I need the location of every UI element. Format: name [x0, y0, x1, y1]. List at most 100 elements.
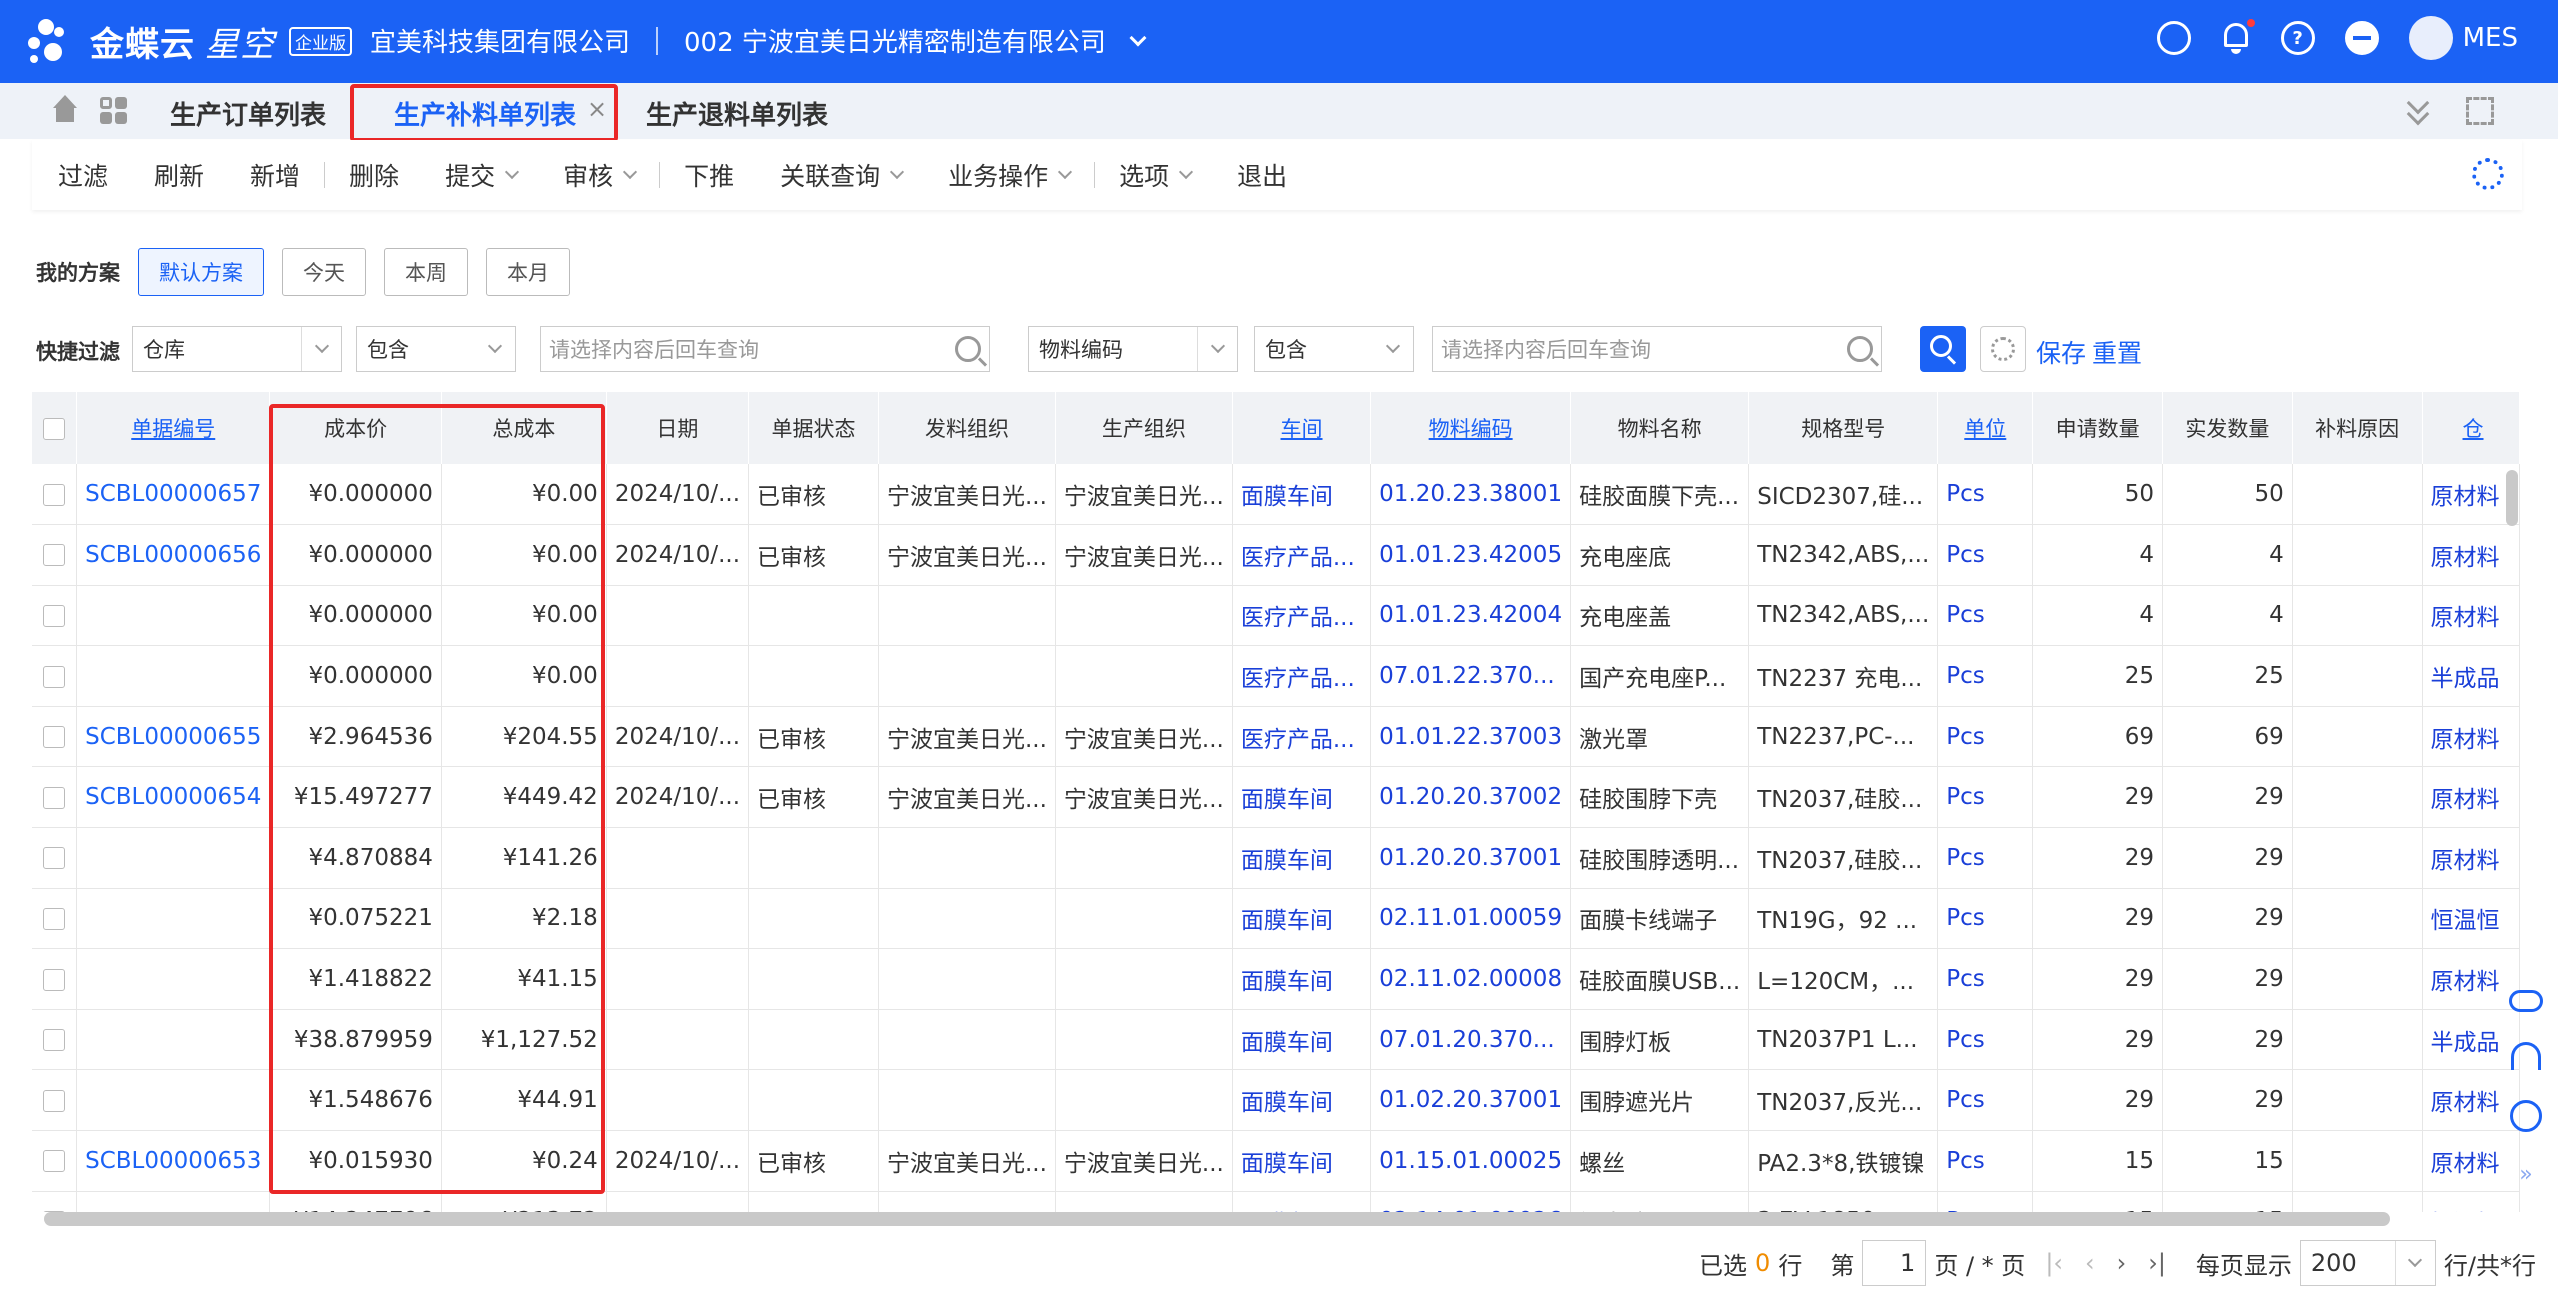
search-icon[interactable] — [955, 336, 981, 362]
table-row[interactable]: ¥1.548676 ¥44.91 面膜车间 01.02.20.37001 围脖遮光片 TN… — [32, 1069, 2520, 1132]
row-checkbox[interactable] — [32, 524, 78, 586]
reset-link[interactable]: 重置 — [2092, 334, 2142, 370]
filter-field2-select[interactable]: 物料编码 — [1028, 326, 1238, 372]
cell-unit[interactable]: Pcs — [1937, 1069, 2034, 1132]
last-page-icon[interactable]: ›| — [2148, 1249, 2166, 1277]
cell-bill-no[interactable]: SCBL00000655 — [76, 706, 271, 768]
cell-warehouse[interactable]: 原材料 — [2422, 766, 2520, 829]
row-checkbox[interactable] — [32, 827, 78, 889]
cell-workshop[interactable]: 面膜车间 — [1232, 766, 1372, 829]
table-row[interactable]: ¥0.000000 ¥0.00 医疗产品... 01.01.23.42004 充电座盖 T… — [32, 585, 2520, 647]
cell-workshop[interactable]: 面膜车间 — [1232, 1069, 1372, 1132]
filter-button[interactable]: 过滤 — [58, 157, 108, 193]
cell-warehouse[interactable]: 原材料 — [2422, 585, 2520, 647]
row-checkbox[interactable] — [32, 585, 78, 647]
collapse-icon[interactable] — [2344, 21, 2379, 55]
audit-button[interactable]: 审核 — [563, 157, 638, 193]
cell-unit[interactable]: Pcs — [1937, 827, 2034, 889]
col-cost-price[interactable]: 成本价 — [269, 392, 442, 464]
col-apply-qty[interactable]: 申请数量 — [2032, 392, 2164, 464]
row-checkbox[interactable] — [32, 1009, 78, 1071]
cell-unit[interactable]: Pcs — [1937, 766, 2034, 829]
col-material-code[interactable]: 物料编码 — [1370, 392, 1572, 464]
cell-workshop[interactable]: 面膜车间 — [1232, 1130, 1372, 1192]
cell-workshop[interactable]: 面膜车间 — [1232, 888, 1372, 950]
exit-button[interactable]: 退出 — [1237, 157, 1287, 193]
cell-warehouse[interactable]: 恒温恒 — [2422, 888, 2520, 950]
scheme-month-button[interactable]: 本月 — [486, 248, 570, 296]
cell-bill-no[interactable]: SCBL00000656 — [76, 524, 271, 586]
options-button[interactable]: 选项 — [1119, 157, 1194, 193]
new-button[interactable]: 新增 — [250, 157, 300, 193]
cell-warehouse[interactable]: 半成品 — [2422, 1009, 2520, 1071]
business-ops-button[interactable]: 业务操作 — [948, 157, 1073, 193]
delete-button[interactable]: 删除 — [349, 157, 399, 193]
row-checkbox[interactable] — [32, 706, 78, 768]
cell-material-code[interactable]: 02.11.01.00059 — [1370, 888, 1572, 950]
cell-warehouse[interactable]: 恒温恒 — [2422, 1191, 2520, 1212]
col-prod-org[interactable]: 生产组织 — [1055, 392, 1233, 464]
refresh-button[interactable]: 刷新 — [154, 157, 204, 193]
cell-warehouse[interactable]: 原材料 — [2422, 464, 2520, 526]
cell-warehouse[interactable]: 原材料 — [2422, 827, 2520, 889]
cell-material-code[interactable]: 01.20.20.37002 — [1370, 766, 1572, 829]
table-row[interactable]: ¥1.418822 ¥41.15 面膜车间 02.11.02.00008 硅胶面膜USB… — [32, 948, 2520, 1010]
table-row[interactable]: ¥0.075221 ¥2.18 面膜车间 02.11.01.00059 面膜卡线端子 TN… — [32, 888, 2520, 950]
chevron-down-icon[interactable] — [1129, 29, 1147, 46]
filter-operator2-select[interactable]: 包含 — [1254, 326, 1414, 372]
cell-workshop[interactable]: 医疗产品... — [1232, 585, 1372, 647]
table-row[interactable]: ¥4.870884 ¥141.26 面膜车间 01.20.20.37001 硅胶围脖透明… — [32, 827, 2520, 889]
page-input[interactable]: 1 — [1862, 1240, 1927, 1286]
row-checkbox[interactable] — [32, 948, 78, 1010]
cell-material-code[interactable]: 01.20.20.37001 — [1370, 827, 1572, 889]
bell-icon[interactable] — [2221, 19, 2255, 55]
cell-bill-no[interactable] — [76, 888, 271, 950]
cell-unit[interactable]: Pcs — [1937, 948, 2034, 1010]
filter-value2-input[interactable]: 请选择内容后回车查询 — [1432, 326, 1882, 372]
cell-material-code[interactable]: 07.01.20.370... — [1370, 1009, 1572, 1071]
cell-workshop[interactable]: 面膜车间 — [1232, 948, 1372, 1010]
table-row[interactable]: SCBL00000656 ¥0.000000 ¥0.00 2024/10/... 已审核… — [32, 524, 2520, 586]
filter-value-input[interactable]: 请选择内容后回车查询 — [540, 326, 990, 372]
cell-material-code[interactable]: 01.01.23.42005 — [1370, 524, 1572, 586]
cell-warehouse[interactable]: 半成品 — [2422, 645, 2520, 707]
apps-icon[interactable] — [100, 97, 130, 127]
col-unit[interactable]: 单位 — [1937, 392, 2034, 464]
filter-field-select[interactable]: 仓库 — [132, 326, 342, 372]
col-date[interactable]: 日期 — [606, 392, 750, 464]
row-checkbox[interactable] — [32, 645, 78, 707]
col-bill-no[interactable]: 单据编号 — [76, 392, 271, 464]
cell-unit[interactable]: Pcs — [1937, 585, 2034, 647]
col-warehouse[interactable]: 仓 — [2422, 392, 2520, 464]
cell-material-code[interactable]: 01.01.23.42004 — [1370, 585, 1572, 647]
filter-settings-button[interactable] — [1980, 326, 2026, 372]
cell-workshop[interactable]: 医疗产品... — [1232, 524, 1372, 586]
user-menu[interactable]: MES — [2408, 16, 2518, 60]
cell-warehouse[interactable]: 原材料 — [2422, 706, 2520, 768]
cell-material-code[interactable]: 07.01.22.370... — [1370, 645, 1572, 707]
double-chevron-right-icon[interactable]: » — [2519, 1162, 2532, 1187]
cell-bill-no[interactable] — [76, 645, 271, 707]
cell-unit[interactable]: Pcs — [1937, 1191, 2034, 1212]
headset-icon[interactable] — [2511, 1042, 2541, 1070]
save-scheme-link[interactable]: 保存 — [2036, 334, 2086, 370]
table-row[interactable]: SCBL00000654 ¥15.497277 ¥449.42 2024/10/...… — [32, 766, 2520, 829]
cell-workshop[interactable]: 医疗产品... — [1232, 706, 1372, 768]
table-row[interactable]: SCBL00000657 ¥0.000000 ¥0.00 2024/10/... 已审核… — [32, 464, 2520, 526]
cell-bill-no[interactable] — [76, 1191, 271, 1212]
cell-workshop[interactable]: 面膜车间 — [1232, 1191, 1372, 1212]
home-icon[interactable] — [50, 95, 80, 125]
cell-material-code[interactable]: 01.15.01.00025 — [1370, 1130, 1572, 1192]
tab-production-return-list[interactable]: 生产退料单列表 — [646, 95, 828, 132]
cell-warehouse[interactable]: 原材料 — [2422, 1130, 2520, 1192]
cell-bill-no[interactable] — [76, 585, 271, 647]
row-checkbox[interactable] — [32, 1191, 78, 1212]
kingdee-logo[interactable]: 金蝶云 星空 企业版 — [24, 6, 352, 76]
cell-material-code[interactable]: 01.01.22.37003 — [1370, 706, 1572, 768]
help-icon[interactable]: ? — [2280, 21, 2315, 55]
per-page-select[interactable]: 200 — [2299, 1240, 2436, 1286]
scheme-today-button[interactable]: 今天 — [282, 248, 366, 296]
cell-material-code[interactable]: 02.11.02.00008 — [1370, 948, 1572, 1010]
col-workshop[interactable]: 车间 — [1232, 392, 1372, 464]
col-reason[interactable]: 补料原因 — [2292, 392, 2423, 464]
